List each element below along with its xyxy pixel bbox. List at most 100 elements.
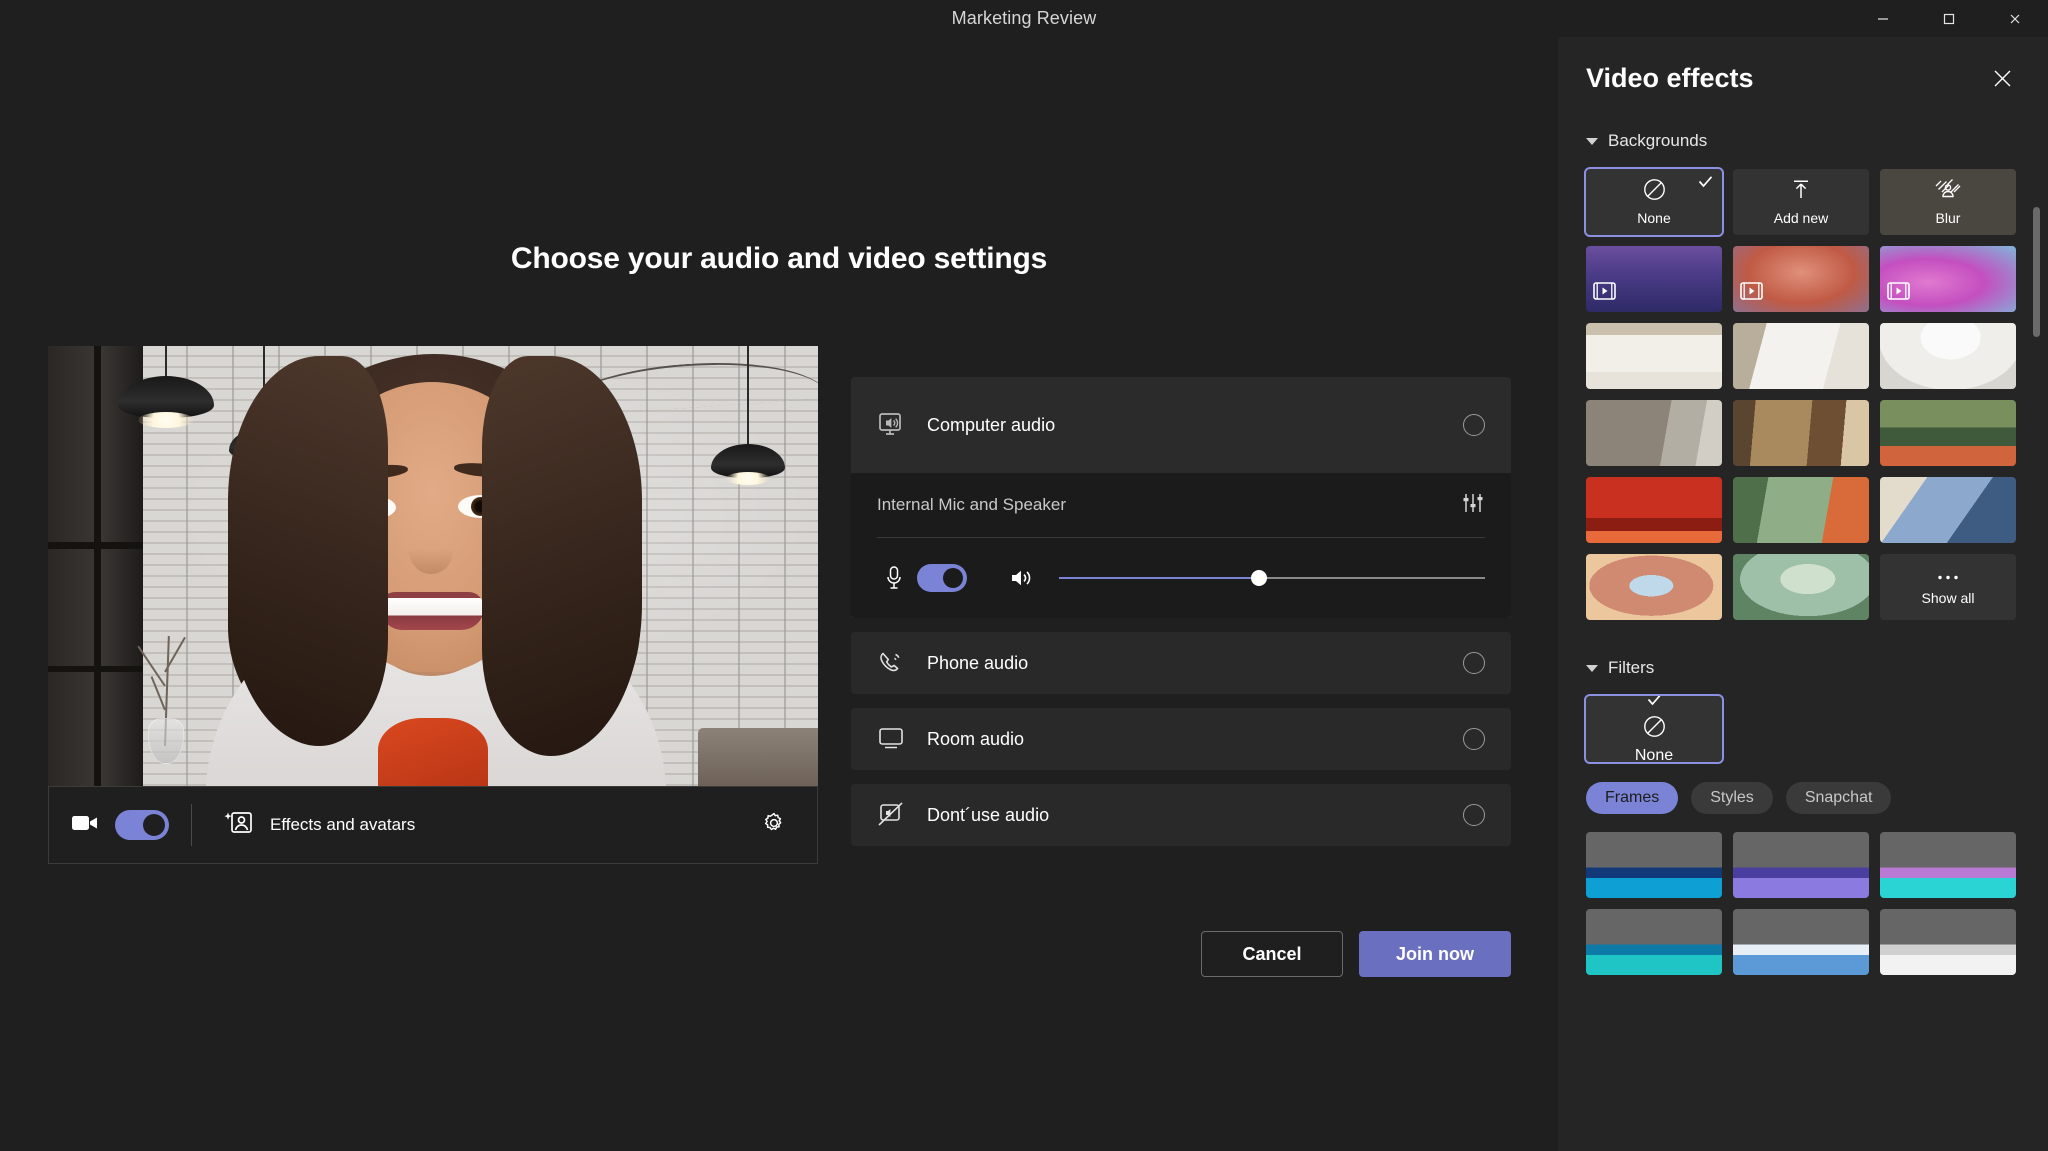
background-tile-bg-desert[interactable] [1586, 554, 1722, 620]
filter-tile-frame-white-poly[interactable] [1880, 909, 2016, 975]
blur-icon [1935, 178, 1961, 206]
camera-feed [48, 346, 818, 786]
audio-option-computer-audio[interactable]: Computer audio [851, 377, 1511, 473]
background-tile-bg-lounge[interactable] [1733, 323, 1869, 389]
filter-tile-label: None [1634, 747, 1674, 764]
audio-options-panel: Computer audio Internal Mic and Speaker [851, 377, 1511, 860]
monitor-icon [877, 726, 919, 752]
background-tile-bg-loft[interactable] [1586, 323, 1722, 389]
divider [191, 804, 192, 846]
speaker-icon [1009, 566, 1035, 590]
video-preview: Effects and avatars [48, 346, 818, 864]
effects-and-avatars-button[interactable]: Effects and avatars [214, 803, 425, 848]
backgrounds-section-header[interactable]: Backgrounds [1586, 119, 2020, 163]
radio-computer-audio[interactable] [1463, 414, 1485, 436]
video-effects-header: Video effects [1558, 37, 2048, 119]
backgrounds-grid: None Add new Blur Show all [1584, 167, 2020, 620]
filter-tile-frame-teal-wave[interactable] [1586, 909, 1722, 975]
background-tile-bg-blue[interactable] [1880, 477, 2016, 543]
close-button[interactable] [1982, 0, 2048, 37]
filter-tile-frame-teal-curve[interactable] [1880, 832, 2016, 898]
filters-grid [1586, 832, 2020, 975]
upload-icon [1790, 179, 1812, 206]
camera-toggle[interactable] [115, 810, 169, 840]
microphone-toggle[interactable] [917, 564, 967, 592]
background-tile-bg-mountains[interactable] [1586, 246, 1722, 312]
audio-option-label: Dont´use audio [927, 804, 1050, 825]
background-tile-bg-flowers[interactable] [1880, 246, 2016, 312]
filter-pill-snapchat[interactable]: Snapchat [1785, 782, 1892, 814]
monitor-off-icon [877, 801, 919, 829]
device-section: Internal Mic and Speaker [851, 473, 1511, 618]
phone-icon [877, 649, 919, 677]
chevron-down-icon [1586, 664, 1598, 672]
title-bar: Marketing Review [0, 0, 2048, 37]
background-tile-label: Show all [1921, 590, 1975, 606]
radio-phone-audio[interactable] [1463, 652, 1485, 674]
volume-slider[interactable] [1059, 568, 1485, 588]
check-icon [1698, 175, 1713, 193]
background-tile-label: Add new [1773, 209, 1829, 226]
chevron-down-icon [1586, 137, 1598, 145]
maximize-button[interactable] [1916, 0, 1982, 37]
background-tile-bg-fireplace[interactable] [1733, 400, 1869, 466]
scrollbar-thumb[interactable] [2033, 207, 2040, 337]
backgrounds-section-label: Backgrounds [1608, 131, 1708, 150]
computer-speaker-icon [877, 411, 919, 439]
filter-pill-styles[interactable]: Styles [1691, 782, 1773, 814]
background-tile-bg-forest[interactable] [1733, 554, 1869, 620]
audio-option-room-audio[interactable]: Room audio [851, 708, 1511, 770]
device-controls [877, 538, 1485, 592]
filters-none-row: None [1584, 694, 2020, 764]
room-audio-card: Room audio [851, 708, 1511, 770]
background-tile-bg-concrete[interactable] [1586, 400, 1722, 466]
video-effects-scroll-area: Backgrounds None Add new Blur Show all Filt… [1558, 119, 2048, 1151]
radio-room-audio[interactable] [1463, 728, 1485, 750]
background-tile-bg-whiteroom[interactable] [1880, 323, 2016, 389]
background-tile-bg-clouds[interactable] [1733, 246, 1869, 312]
video-background-icon [1740, 282, 1763, 305]
filter-pill-frames[interactable]: Frames [1586, 782, 1679, 814]
radio-no-audio[interactable] [1463, 804, 1485, 826]
background-tile-bg-terrace[interactable] [1880, 400, 2016, 466]
camera-control [71, 810, 169, 840]
video-effects-title: Video effects [1586, 62, 1754, 93]
video-effects-scrollbar[interactable] [2033, 157, 2040, 1151]
video-background-icon [1887, 282, 1910, 305]
audio-option-label: Phone audio [927, 652, 1029, 673]
effects-label: Effects and avatars [270, 815, 416, 834]
background-tile-none[interactable]: None [1584, 167, 1724, 237]
device-settings-button[interactable] [753, 804, 795, 846]
filters-section-label: Filters [1608, 658, 1655, 677]
window-controls [1850, 0, 2048, 37]
minimize-button[interactable] [1850, 0, 1916, 37]
camera-icon [71, 813, 99, 838]
background-tile-label: None [1637, 210, 1671, 226]
filter-tile-none[interactable]: None [1584, 694, 1724, 764]
background-tile-bg-red[interactable] [1586, 477, 1722, 543]
audio-option-label: Room audio [927, 728, 1025, 749]
audio-option-no-audio[interactable]: Dont´use audio [851, 784, 1511, 846]
no-audio-card: Dont´use audio [851, 784, 1511, 846]
cancel-button[interactable]: Cancel [1201, 931, 1343, 977]
filter-tile-frame-blue-rays[interactable] [1733, 909, 1869, 975]
background-tile-show-all[interactable]: Show all [1880, 554, 2016, 620]
no-background-icon [1643, 178, 1666, 206]
background-tile-add-new[interactable]: Add new [1733, 169, 1869, 235]
filter-tile-frame-blue-wave[interactable] [1586, 832, 1722, 898]
filters-section-header[interactable]: Filters [1586, 646, 2020, 690]
no-filter-icon [1643, 715, 1666, 743]
join-now-button[interactable]: Join now [1359, 931, 1511, 977]
effects-avatar-icon [224, 809, 254, 842]
background-tile-blur[interactable]: Blur [1880, 169, 2016, 235]
filter-tile-frame-purple-dune[interactable] [1733, 832, 1869, 898]
audio-equalizer-icon[interactable] [1461, 491, 1485, 520]
computer-audio-card: Computer audio Internal Mic and Speaker [851, 377, 1511, 618]
close-panel-button[interactable] [1984, 60, 2020, 96]
background-tile-bg-green[interactable] [1733, 477, 1869, 543]
audio-option-phone-audio[interactable]: Phone audio [851, 632, 1511, 694]
video-effects-panel: Video effects Backgrounds None Add new Blu… [1558, 37, 2048, 1151]
device-name: Internal Mic and Speaker [877, 495, 1066, 514]
filter-category-pills: Frames Styles Snapchat [1586, 782, 2020, 814]
window-title: Marketing Review [951, 8, 1097, 28]
